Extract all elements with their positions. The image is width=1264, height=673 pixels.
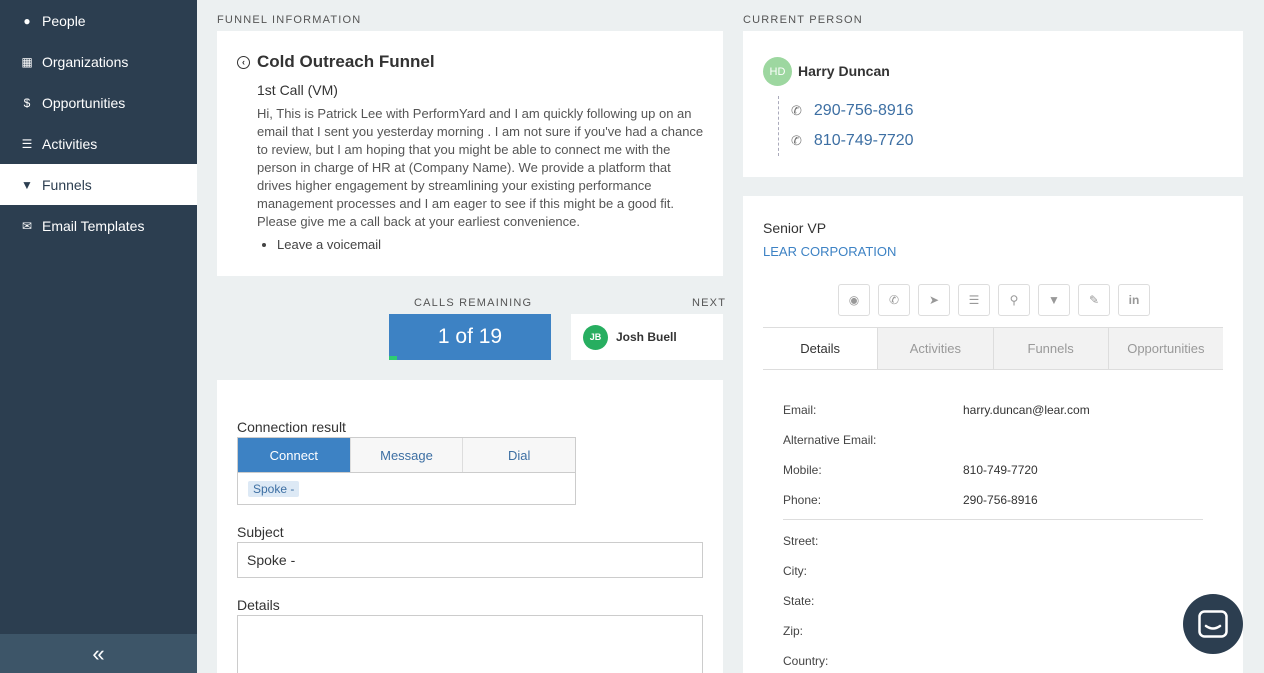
detail-label: Country: bbox=[783, 654, 829, 668]
step-name: 1st Call (VM) bbox=[257, 82, 338, 98]
next-label: NEXT bbox=[692, 297, 727, 309]
linkedin-icon[interactable]: in bbox=[1118, 284, 1150, 316]
step-tasks: Leave a voicemail bbox=[277, 237, 381, 252]
dollar-icon: $ bbox=[23, 95, 31, 110]
call-log-form: Connection result Connect Message Dial S… bbox=[217, 380, 723, 673]
next-person-button[interactable]: JB Josh Buell bbox=[571, 314, 723, 360]
detail-label: Zip: bbox=[783, 624, 804, 638]
sidebar: ● People ▦ Organizations $ Opportunities… bbox=[0, 0, 197, 673]
action-toolbar: ◉ ✆ ➤ ☰ ⚲ ▼ ✎ in bbox=[838, 284, 1150, 316]
funnel-title-text: Cold Outreach Funnel bbox=[257, 52, 435, 71]
detail-label: Email: bbox=[783, 403, 817, 417]
subject-label: Subject bbox=[237, 524, 284, 540]
detail-label: Phone: bbox=[783, 493, 822, 507]
mobile-value: 810-749-7720 bbox=[963, 463, 1038, 477]
send-icon[interactable]: ➤ bbox=[918, 284, 950, 316]
sidebar-item-activities[interactable]: ☰ Activities bbox=[0, 123, 197, 164]
detail-label: State: bbox=[783, 594, 815, 608]
phone-link[interactable]: ✆ 810-749-7720 bbox=[779, 126, 914, 156]
person-details-card: Senior VP LEAR CORPORATION ◉ ✆ ➤ ☰ ⚲ ▼ ✎… bbox=[743, 196, 1243, 673]
connect-option[interactable]: Connect bbox=[238, 438, 351, 472]
list-icon: ☰ bbox=[21, 136, 33, 151]
current-person-label: CURRENT PERSON bbox=[743, 14, 863, 26]
sidebar-item-organizations[interactable]: ▦ Organizations bbox=[0, 41, 197, 82]
connection-result-label: Connection result bbox=[237, 419, 346, 435]
person-name: Harry Duncan bbox=[798, 63, 890, 79]
next-person-name: Josh Buell bbox=[616, 330, 677, 344]
funnel-information-label: FUNNEL INFORMATION bbox=[217, 14, 362, 26]
result-tag[interactable]: Spoke - bbox=[248, 481, 300, 497]
divider bbox=[783, 519, 1203, 520]
phone-list: ✆ 290-756-8916 ✆ 810-749-7720 bbox=[778, 96, 914, 156]
sidebar-item-label: Email Templates bbox=[42, 217, 145, 234]
pencil-icon[interactable]: ✎ bbox=[1078, 284, 1110, 316]
double-chevron-left-icon: « bbox=[92, 640, 105, 666]
sidebar-item-people[interactable]: ● People bbox=[0, 0, 197, 41]
chat-launcher-button[interactable] bbox=[1183, 594, 1243, 654]
sidebar-item-label: Organizations bbox=[42, 53, 129, 70]
list-icon[interactable]: ☰ bbox=[958, 284, 990, 316]
phone-icon: ✆ bbox=[791, 133, 802, 148]
message-option[interactable]: Message bbox=[350, 438, 464, 472]
call-script: Hi, This is Patrick Lee with PerformYard… bbox=[257, 106, 704, 229]
detail-label: Mobile: bbox=[783, 463, 822, 477]
tab-funnels[interactable]: Funnels bbox=[992, 328, 1108, 369]
detail-label: Alternative Email: bbox=[783, 433, 877, 447]
task-item: Leave a voicemail bbox=[277, 237, 381, 252]
eye-icon[interactable]: ◉ bbox=[838, 284, 870, 316]
pin-icon[interactable]: ⚲ bbox=[998, 284, 1030, 316]
tab-details[interactable]: Details bbox=[763, 328, 878, 369]
phone-link[interactable]: ✆ 290-756-8916 bbox=[779, 96, 914, 126]
funnel-icon[interactable]: ▼ bbox=[1038, 284, 1070, 316]
calls-progress-bar bbox=[389, 356, 551, 360]
phone-number: 810-749-7720 bbox=[813, 132, 914, 149]
envelope-icon: ✉ bbox=[21, 218, 33, 233]
funnel-icon: ▼ bbox=[21, 177, 33, 192]
phone-icon: ✆ bbox=[791, 103, 802, 118]
connection-result-selector: Connect Message Dial bbox=[237, 437, 576, 473]
email-value: harry.duncan@lear.com bbox=[963, 403, 1090, 417]
calls-remaining-counter: 1 of 19 bbox=[389, 314, 551, 360]
sidebar-item-label: Funnels bbox=[42, 176, 92, 193]
chat-icon bbox=[1198, 610, 1228, 638]
avatar: HD bbox=[763, 57, 792, 86]
sidebar-item-label: People bbox=[42, 12, 86, 29]
calls-progress-fill bbox=[389, 356, 398, 360]
details-label: Details bbox=[237, 597, 280, 613]
tab-opportunities[interactable]: Opportunities bbox=[1107, 328, 1223, 369]
details-textarea[interactable] bbox=[237, 615, 703, 673]
sidebar-item-email-templates[interactable]: ✉ Email Templates bbox=[0, 205, 197, 246]
company-link[interactable]: LEAR CORPORATION bbox=[763, 244, 896, 259]
back-circle-icon[interactable]: ‹ bbox=[237, 55, 250, 69]
detail-label: City: bbox=[783, 564, 807, 578]
building-icon: ▦ bbox=[21, 54, 33, 69]
collapse-sidebar-button[interactable]: « bbox=[0, 634, 197, 673]
phone-value: 290-756-8916 bbox=[963, 493, 1038, 507]
tab-activities[interactable]: Activities bbox=[877, 328, 993, 369]
sidebar-item-label: Opportunities bbox=[42, 94, 126, 111]
job-title: Senior VP bbox=[763, 220, 827, 236]
funnel-card: ‹ Cold Outreach Funnel 1st Call (VM) Hi,… bbox=[217, 31, 723, 276]
result-tag-field[interactable]: Spoke - bbox=[237, 472, 576, 505]
phone-icon[interactable]: ✆ bbox=[878, 284, 910, 316]
calls-remaining-label: CALLS REMAINING bbox=[414, 297, 533, 309]
subject-input[interactable]: Spoke - bbox=[237, 542, 703, 578]
sidebar-item-funnels[interactable]: ▼ Funnels bbox=[0, 164, 197, 205]
dial-option[interactable]: Dial bbox=[463, 438, 576, 472]
funnel-title: ‹ Cold Outreach Funnel bbox=[237, 52, 435, 72]
person-tabs: Details Activities Funnels Opportunities bbox=[763, 327, 1223, 370]
avatar: JB bbox=[583, 324, 608, 350]
detail-label: Street: bbox=[783, 534, 819, 548]
person-icon: ● bbox=[23, 13, 31, 28]
sidebar-item-opportunities[interactable]: $ Opportunities bbox=[0, 82, 197, 123]
current-person-card: HD Harry Duncan ✆ 290-756-8916 ✆ 810-749… bbox=[743, 31, 1243, 177]
phone-number: 290-756-8916 bbox=[813, 102, 914, 119]
sidebar-item-label: Activities bbox=[42, 135, 98, 152]
